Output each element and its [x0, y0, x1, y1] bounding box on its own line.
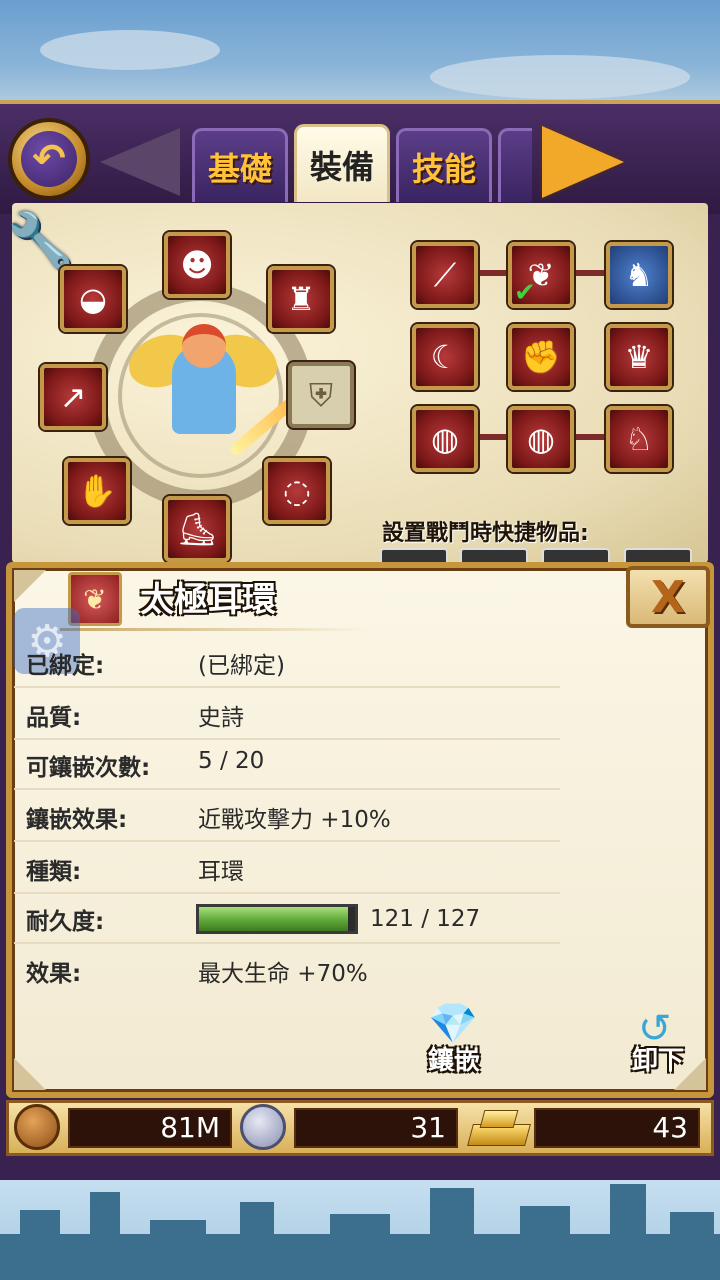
attr-row-bound: 已綁定: (已綁定) [14, 636, 560, 688]
durability-bar [196, 904, 358, 934]
back-button[interactable]: ↶ [8, 118, 90, 200]
pendant-icon: ☾ [430, 338, 460, 376]
attr-value: 近戰攻擊力 +10% [198, 807, 391, 833]
tab-bar: 基礎 裝備 技能 圖 [192, 124, 532, 202]
tab-basic[interactable]: 基礎 [192, 128, 288, 202]
attr-row-effect: 效果: 最大生命 +70% [14, 944, 560, 994]
item-name: 太極耳環 [140, 580, 276, 620]
armor-slot[interactable]: ♜ [268, 266, 334, 332]
tab-scroll-right-icon[interactable] [542, 126, 624, 198]
back-arrow-icon: ↶ [21, 131, 77, 187]
attr-key: 可鑲嵌次數: [26, 755, 151, 781]
weapon-slot[interactable]: ↗ [40, 364, 106, 430]
gold-amount: 81M [68, 1108, 232, 1148]
accessory-slot-1[interactable]: ⟋ [412, 242, 478, 308]
headgear-slot[interactable]: ☻ [164, 232, 230, 298]
equipped-check-icon: ✔ [514, 278, 536, 308]
attr-key: 效果: [26, 961, 82, 987]
attr-row-inlay-effect: 鑲嵌效果: 近戰攻擊力 +10% [14, 790, 560, 842]
attr-key: 已綁定: [26, 653, 105, 679]
tab-equipment[interactable]: 裝備 [294, 124, 390, 202]
sky-background [0, 0, 720, 110]
ring-slot-1[interactable]: ◍ [412, 406, 478, 472]
durability-value: 121 / 127 [370, 906, 481, 932]
hat-icon: ♛ [624, 338, 654, 376]
shield-icon: ⛨ [308, 375, 333, 414]
attr-value: 5 / 20 [198, 748, 265, 774]
gloves-icon: ✋ [77, 472, 117, 510]
tab-collection[interactable]: 圖 [498, 128, 532, 202]
attr-value: (已綁定) [198, 653, 285, 679]
silver-coin-icon [240, 1104, 286, 1150]
mount-slot[interactable]: ♘ [606, 406, 672, 472]
attr-key: 鑲嵌效果: [26, 807, 128, 833]
helmet-icon: ◒ [79, 280, 107, 318]
durability-bar-fill [199, 907, 348, 931]
attr-key: 耐久度: [26, 909, 105, 935]
accessory-slot-2[interactable]: ❦ ✔ [508, 242, 574, 308]
ring-icon: ◍ [527, 420, 555, 458]
silver-amount: 31 [294, 1108, 458, 1148]
inlay-button[interactable]: 鑲嵌 [428, 1040, 480, 1077]
city-skyline-background [0, 1180, 720, 1280]
attr-row-type: 種類: 耳環 [14, 842, 560, 894]
attr-value: 最大生命 +70% [198, 961, 368, 987]
tab-scroll-left-icon[interactable] [100, 128, 180, 196]
accessory-slot-4[interactable]: ☾ [412, 324, 478, 390]
attr-row-durability: 耐久度: 121 / 127 [14, 892, 560, 944]
ring-icon: ◍ [431, 420, 459, 458]
boots-slot[interactable]: ⛸ [164, 496, 230, 562]
title-divider [60, 628, 370, 631]
gold-bars-amount: 43 [534, 1108, 700, 1148]
boots-icon: ⛸ [176, 510, 218, 548]
attr-row-inlay-count: 可鑲嵌次數: 5 / 20 [14, 738, 560, 790]
attr-key: 品質: [26, 705, 82, 731]
shield-slot[interactable]: ⛨ [288, 362, 354, 428]
attr-value: 史詩 [198, 705, 244, 731]
spear-icon: ↗ [59, 378, 87, 416]
helmet-slot[interactable]: ◒ [60, 266, 126, 332]
earring-icon: ❦ [83, 582, 107, 616]
mount-icon: ♘ [624, 420, 654, 458]
necklace-slot[interactable]: ◌ [264, 458, 330, 524]
costume-icon: ♞ [624, 256, 654, 294]
mask-icon: ☻ [180, 246, 214, 284]
gold-bars-icon [467, 1110, 531, 1146]
attr-key: 種類: [26, 859, 82, 885]
close-button[interactable]: X [626, 566, 710, 628]
character-avatar [121, 318, 328, 458]
accessory-slot-5[interactable]: ✊ [508, 324, 574, 390]
gold-coin-icon [14, 1104, 60, 1150]
unequip-button[interactable]: 卸下 [632, 1040, 684, 1077]
quick-items-label: 設置戰鬥時快捷物品: [382, 521, 589, 546]
accessory-slot-6[interactable]: ♛ [606, 324, 672, 390]
armor-icon: ♜ [286, 280, 316, 318]
necklace-icon: ◌ [283, 472, 311, 510]
ring-slot-2[interactable]: ◍ [508, 406, 574, 472]
attr-value: 耳環 [198, 859, 244, 885]
bracer-icon: ✊ [521, 338, 561, 376]
staff-icon: ⟋ [433, 255, 457, 294]
accessory-slot-3[interactable]: ♞ [606, 242, 672, 308]
gloves-slot[interactable]: ✋ [64, 458, 130, 524]
attr-row-quality: 品質: 史詩 [14, 688, 560, 740]
tab-skills[interactable]: 技能 [396, 128, 492, 202]
